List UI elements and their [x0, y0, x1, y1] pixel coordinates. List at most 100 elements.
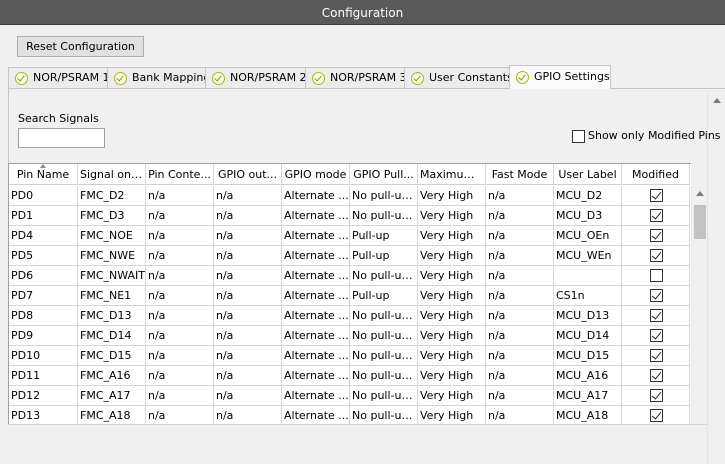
cell-fast-mode: n/a: [486, 186, 554, 206]
modified-checkbox[interactable]: [650, 369, 663, 382]
scrollbar-thumb[interactable]: [694, 205, 706, 239]
cell-max-speed: Very High: [418, 286, 486, 306]
tab-nor-psram-2[interactable]: NOR/PSRAM 2: [205, 67, 307, 88]
cell-max-speed: Very High: [418, 326, 486, 346]
reset-configuration-button[interactable]: Reset Configuration: [17, 36, 144, 57]
column-header-gpio-pull[interactable]: GPIO Pull...: [350, 164, 418, 184]
column-header-fast-mode[interactable]: Fast Mode: [486, 164, 554, 184]
panel-vertical-scrollbar[interactable]: [707, 93, 725, 464]
scroll-up-icon[interactable]: [696, 191, 704, 196]
cell-pin-name: PD13: [9, 406, 78, 426]
modified-checkbox[interactable]: [650, 389, 663, 402]
scroll-up-icon[interactable]: [713, 98, 721, 103]
table-row[interactable]: PD8 FMC_D13 n/a n/a Alternate ... No pull-up …: [9, 306, 690, 326]
cell-signal: FMC_NE1: [78, 286, 146, 306]
tab-label: Bank Mapping: [132, 71, 211, 84]
check-circle-icon: [516, 71, 529, 84]
check-circle-icon: [114, 72, 127, 85]
cell-gpio-pull: Pull-up: [350, 286, 418, 306]
cell-pin-name: PD4: [9, 226, 78, 246]
modified-checkbox[interactable]: [650, 209, 663, 222]
cell-gpio-pull: No pull-up ...: [350, 266, 418, 286]
column-header-modified[interactable]: Modified: [622, 164, 690, 184]
modified-checkbox[interactable]: [650, 329, 663, 342]
cell-gpio-mode: Alternate ...: [282, 306, 350, 326]
column-header-signal[interactable]: Signal on ...: [78, 164, 146, 184]
cell-gpio-mode: Alternate ...: [282, 266, 350, 286]
table-row[interactable]: PD0 FMC_D2 n/a n/a Alternate ... No pull-up .…: [9, 186, 690, 206]
tab-bank-mapping[interactable]: Bank Mapping: [107, 67, 210, 88]
checkbox-box[interactable]: [572, 130, 585, 143]
modified-checkbox[interactable]: [650, 269, 663, 282]
tab-nor-psram-3[interactable]: NOR/PSRAM 3: [305, 67, 407, 88]
table-row[interactable]: PD5 FMC_NWE n/a n/a Alternate ... Pull-up Very…: [9, 246, 690, 266]
cell-max-speed: Very High: [418, 386, 486, 406]
modified-checkbox[interactable]: [650, 229, 663, 242]
cell-user-label: MCU_A17: [554, 386, 622, 406]
modified-checkbox[interactable]: [650, 309, 663, 322]
table-row[interactable]: PD13 FMC_A18 n/a n/a Alternate ... No pull-up…: [9, 406, 690, 426]
cell-gpio-mode: Alternate ...: [282, 186, 350, 206]
cell-user-label: MCU_D15: [554, 346, 622, 366]
cell-gpio-mode: Alternate ...: [282, 226, 350, 246]
table-row[interactable]: PD7 FMC_NE1 n/a n/a Alternate ... Pull-up Very…: [9, 286, 690, 306]
cell-pin-name: PD6: [9, 266, 78, 286]
cell-signal: FMC_D2: [78, 186, 146, 206]
column-header-pin-name[interactable]: Pin Name: [9, 164, 78, 184]
tab-user-constants[interactable]: User Constants: [404, 67, 513, 88]
tab-nor-psram-1[interactable]: NOR/PSRAM 1: [8, 67, 110, 88]
cell-modified: [622, 386, 690, 406]
cell-pin-context: n/a: [146, 246, 214, 266]
cell-modified: [622, 206, 690, 226]
table-row[interactable]: PD1 FMC_D3 n/a n/a Alternate ... No pull-up .…: [9, 206, 690, 226]
cell-user-label: MCU_D14: [554, 326, 622, 346]
cell-pin-name: PD9: [9, 326, 78, 346]
table-row[interactable]: PD11 FMC_A16 n/a n/a Alternate ... No pull-up…: [9, 366, 690, 386]
column-header-gpio-output[interactable]: GPIO out...: [214, 164, 282, 184]
table-row[interactable]: PD12 FMC_A17 n/a n/a Alternate ... No pull-up…: [9, 386, 690, 406]
tab-gpio-settings[interactable]: GPIO Settings: [509, 65, 611, 89]
pin-configuration-table: Pin Name Signal on ... Pin Conte... GPIO ou…: [8, 163, 691, 464]
show-only-modified-checkbox[interactable]: Show only Modified Pins: [572, 129, 721, 143]
column-header-gpio-mode[interactable]: GPIO mode: [282, 164, 350, 184]
modified-checkbox[interactable]: [650, 289, 663, 302]
modified-checkbox[interactable]: [650, 409, 663, 422]
cell-gpio-output: n/a: [214, 226, 282, 246]
column-header-pin-context[interactable]: Pin Conte...: [146, 164, 214, 184]
cell-signal: FMC_NWE: [78, 246, 146, 266]
table-vertical-scrollbar[interactable]: [691, 185, 707, 424]
panel-title: Configuration: [0, 0, 725, 25]
cell-fast-mode: n/a: [486, 206, 554, 226]
search-signals-input[interactable]: [18, 128, 105, 148]
modified-checkbox[interactable]: [650, 349, 663, 362]
table-row[interactable]: PD10 FMC_D15 n/a n/a Alternate ... No pull-up…: [9, 346, 690, 366]
column-header-user-label[interactable]: User Label: [554, 164, 622, 184]
cell-fast-mode: n/a: [486, 286, 554, 306]
tab-label: NOR/PSRAM 3: [330, 71, 407, 84]
cell-gpio-mode: Alternate ...: [282, 326, 350, 346]
cell-user-label: MCU_D13: [554, 306, 622, 326]
cell-gpio-pull: No pull-up ...: [350, 346, 418, 366]
cell-signal: FMC_A18: [78, 406, 146, 426]
cell-gpio-output: n/a: [214, 186, 282, 206]
cell-gpio-pull: No pull-up ...: [350, 326, 418, 346]
table-row[interactable]: PD4 FMC_NOE n/a n/a Alternate ... Pull-up Very…: [9, 226, 690, 246]
cell-fast-mode: n/a: [486, 366, 554, 386]
table-row[interactable]: PD9 FMC_D14 n/a n/a Alternate ... No pull-up …: [9, 326, 690, 346]
modified-checkbox[interactable]: [650, 189, 663, 202]
cell-signal: FMC_NWAIT: [78, 266, 146, 286]
cell-signal: FMC_D15: [78, 346, 146, 366]
cell-user-label: MCU_D2: [554, 186, 622, 206]
cell-modified: [622, 246, 690, 266]
cell-max-speed: Very High: [418, 366, 486, 386]
cell-modified: [622, 286, 690, 306]
cell-pin-context: n/a: [146, 386, 214, 406]
check-circle-icon: [15, 72, 28, 85]
cell-gpio-pull: No pull-up ...: [350, 386, 418, 406]
cell-max-speed: Very High: [418, 346, 486, 366]
cell-fast-mode: n/a: [486, 246, 554, 266]
column-header-max-speed[interactable]: Maximum...: [418, 164, 486, 184]
modified-checkbox[interactable]: [650, 249, 663, 262]
table-row[interactable]: PD6 FMC_NWAIT n/a n/a Alternate ... No pull-u…: [9, 266, 690, 286]
cell-gpio-output: n/a: [214, 366, 282, 386]
